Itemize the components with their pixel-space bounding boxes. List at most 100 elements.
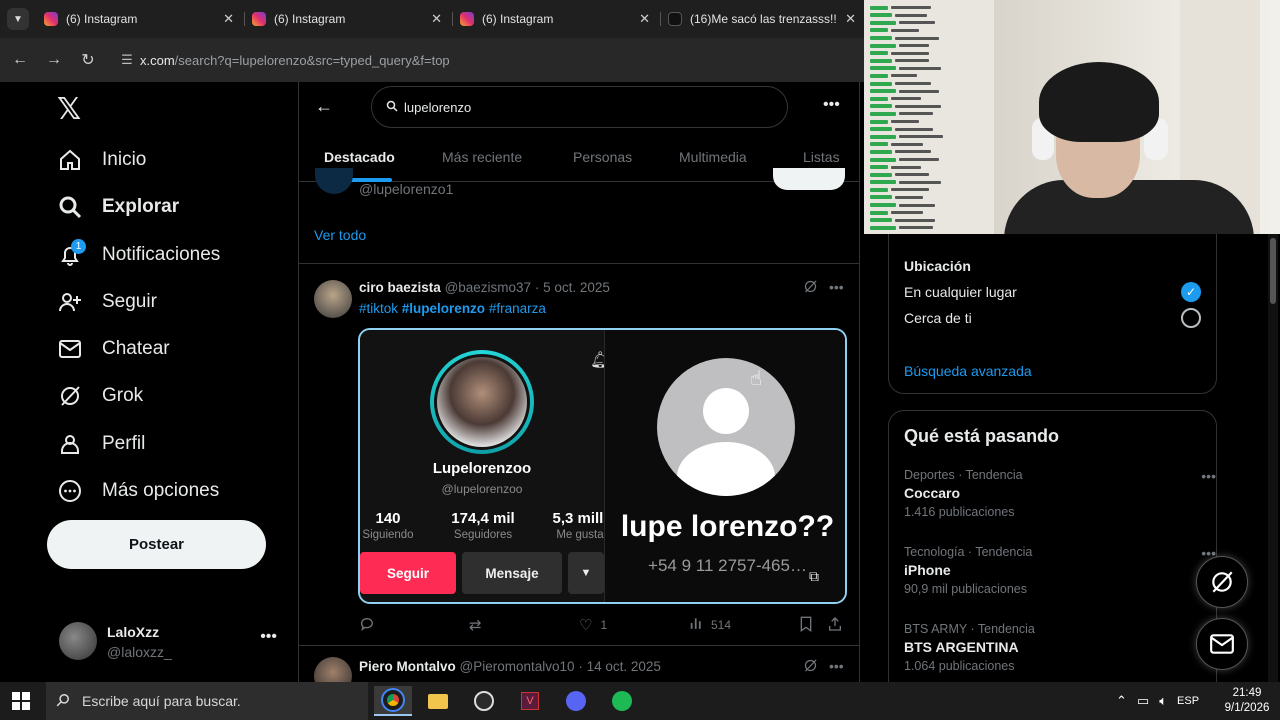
tweet-author-name[interactable]: Piero Montalvo (359, 659, 456, 674)
x-logo-icon[interactable]: 𝕏 (57, 92, 81, 127)
close-tab-icon[interactable]: ✕ (223, 11, 234, 27)
chat-line (870, 72, 990, 79)
tab-media[interactable]: Multimedia (679, 149, 747, 165)
browser-tab[interactable]: (6) Instagram ✕ (252, 4, 448, 34)
tab-top[interactable]: Destacado (324, 149, 395, 165)
site-info-icon[interactable]: ☰ (114, 52, 140, 68)
tab-lists[interactable]: Listas (803, 149, 840, 165)
trend-name: Coccaro (904, 485, 961, 501)
sidebar-item-grok[interactable]: Grok (57, 378, 143, 414)
tweet-media[interactable]: 🔔︎ Lupelorenzoo @lupelorenzoo 140 Siguie… (358, 328, 847, 604)
avatar[interactable] (315, 168, 353, 194)
bookmark-icon[interactable] (799, 616, 813, 632)
chevron-up-icon[interactable]: ⌃ (1116, 693, 1127, 709)
tweet-author-name[interactable]: ciro baezista (359, 280, 441, 295)
hashtag-link[interactable]: #franarza (489, 301, 546, 316)
tab-separator (244, 12, 245, 26)
close-tab-icon[interactable]: ✕ (845, 11, 856, 27)
views-button[interactable]: 514 (689, 616, 731, 634)
trend-item[interactable]: Deportes · Tendencia Coccaro 1.416 publi… (904, 468, 1216, 519)
trend-category: BTS ARMY · Tendencia (904, 622, 1035, 636)
back-arrow-icon[interactable]: ← (315, 96, 333, 117)
location-option-near[interactable]: Cerca de ti (904, 310, 972, 326)
hashtag-link[interactable]: #tiktok (359, 301, 398, 316)
browser-tab[interactable]: (6) Instagram ✕ (460, 4, 656, 34)
sidebar-item-profile[interactable]: Perfil (57, 426, 145, 462)
repost-button[interactable]: ⇄ (469, 616, 490, 634)
post-button[interactable]: Postear (47, 520, 266, 569)
clock[interactable]: 21:49 9/1/2026 (1222, 686, 1272, 716)
follow-button[interactable] (773, 168, 845, 190)
sidebar-item-home[interactable]: Inicio (57, 142, 146, 178)
close-tab-icon[interactable]: ✕ (431, 11, 442, 27)
sidebar-item-chat[interactable]: Chatear (57, 331, 170, 367)
back-icon[interactable]: ← (8, 48, 32, 72)
forward-icon[interactable]: → (42, 48, 66, 72)
sidebar-item-explore[interactable]: Explorar (57, 189, 179, 225)
obs-icon[interactable] (465, 686, 503, 716)
windows-start-icon[interactable] (12, 692, 30, 710)
volume-icon[interactable]: 🔈︎ (1159, 693, 1167, 709)
more-dots-icon[interactable]: ••• (260, 628, 277, 646)
chat-line (870, 42, 990, 49)
clock-time: 21:49 (1232, 687, 1262, 699)
taskbar-search-input[interactable]: Escribe aquí para buscar. (46, 682, 368, 720)
more-dots-icon[interactable]: ••• (1201, 468, 1216, 484)
stream-overlay (864, 0, 1280, 234)
file-explorer-icon[interactable] (419, 686, 457, 716)
search-input[interactable]: lupelorenzo (371, 86, 788, 128)
chrome-icon[interactable] (374, 686, 412, 716)
scrollbar[interactable] (1268, 234, 1278, 682)
close-tab-icon[interactable]: ✕ (639, 11, 650, 27)
trend-item[interactable]: BTS ARMY · Tendencia BTS ARGENTINA 1.064… (904, 622, 1216, 673)
network-icon[interactable]: ▭ (1137, 693, 1149, 709)
more-dots-icon[interactable]: ••• (823, 96, 840, 114)
more-dots-icon[interactable]: ••• (829, 658, 844, 674)
share-icon[interactable] (827, 616, 843, 632)
sidebar-item-follow[interactable]: Seguir (57, 284, 157, 320)
reply-button[interactable] (359, 616, 383, 636)
chat-line (870, 133, 990, 140)
more-dots-icon[interactable]: ••• (829, 279, 844, 295)
grok-icon (57, 383, 83, 409)
avatar[interactable] (314, 280, 352, 318)
like-button[interactable]: ♡ 1 (579, 616, 607, 634)
tweet-header: ciro baezista @baezismo37 · 5 oct. 2025 (359, 280, 610, 295)
tweet-actions: ⇄ ♡ 1 514 (359, 616, 849, 636)
spotify-icon[interactable] (603, 686, 641, 716)
tab-title: (6) Instagram (66, 12, 138, 26)
tweet-author-handle[interactable]: @baezismo37 (445, 280, 532, 295)
vegas-icon[interactable]: V (511, 686, 549, 716)
sidebar-item-more[interactable]: Más opciones (57, 473, 219, 509)
url-field[interactable]: ☰ x.com/search?q=lupelorenzo&src=typed_q… (110, 44, 858, 76)
tweet-date[interactable]: 14 oct. 2025 (587, 659, 661, 674)
trend-item[interactable]: Tecnología · Tendencia iPhone 90,9 mil p… (904, 545, 1216, 596)
checkmark-icon[interactable]: ✓ (1181, 282, 1201, 302)
account-switcher[interactable]: LaloXzz @laloxzz_ ••• (59, 620, 289, 660)
avatar[interactable] (314, 657, 352, 682)
browser-tab[interactable]: (16)Me sacó las trenzasss!! | T ✕ (668, 4, 860, 34)
tweet-author-handle[interactable]: @Pieromontalvo10 (460, 659, 575, 674)
grok-fab-icon[interactable] (1196, 556, 1248, 608)
tab-latest[interactable]: Más reciente (442, 149, 522, 165)
grok-icon[interactable] (803, 279, 818, 297)
taskbar-search-placeholder: Escribe aquí para buscar. (82, 693, 241, 709)
tab-search-button[interactable]: ▼ (7, 8, 29, 30)
advanced-search-link[interactable]: Búsqueda avanzada (904, 363, 1032, 379)
language-indicator[interactable]: ESP (1177, 695, 1199, 707)
reload-icon[interactable]: ↻ (76, 48, 100, 72)
see-all-link[interactable]: Ver todo (314, 227, 366, 243)
discord-icon[interactable] (557, 686, 595, 716)
address-bar-row: ← → ↻ ☰ x.com/search?q=lupelorenzo&src=t… (0, 38, 864, 82)
messages-fab-icon[interactable] (1196, 618, 1248, 670)
scrollbar-thumb[interactable] (1270, 238, 1276, 304)
browser-tab[interactable]: (6) Instagram ✕ (44, 4, 240, 34)
tweet-date[interactable]: 5 oct. 2025 (543, 280, 610, 295)
hashtag-link[interactable]: #lupelorenzo (402, 301, 485, 316)
location-option-anywhere[interactable]: En cualquier lugar (904, 284, 1017, 300)
radio-button[interactable] (1181, 308, 1201, 328)
chat-line (870, 194, 990, 201)
tab-people[interactable]: Personas (573, 149, 632, 165)
edit-image-icon[interactable]: ⧉ (809, 568, 819, 585)
grok-icon[interactable] (803, 658, 818, 676)
